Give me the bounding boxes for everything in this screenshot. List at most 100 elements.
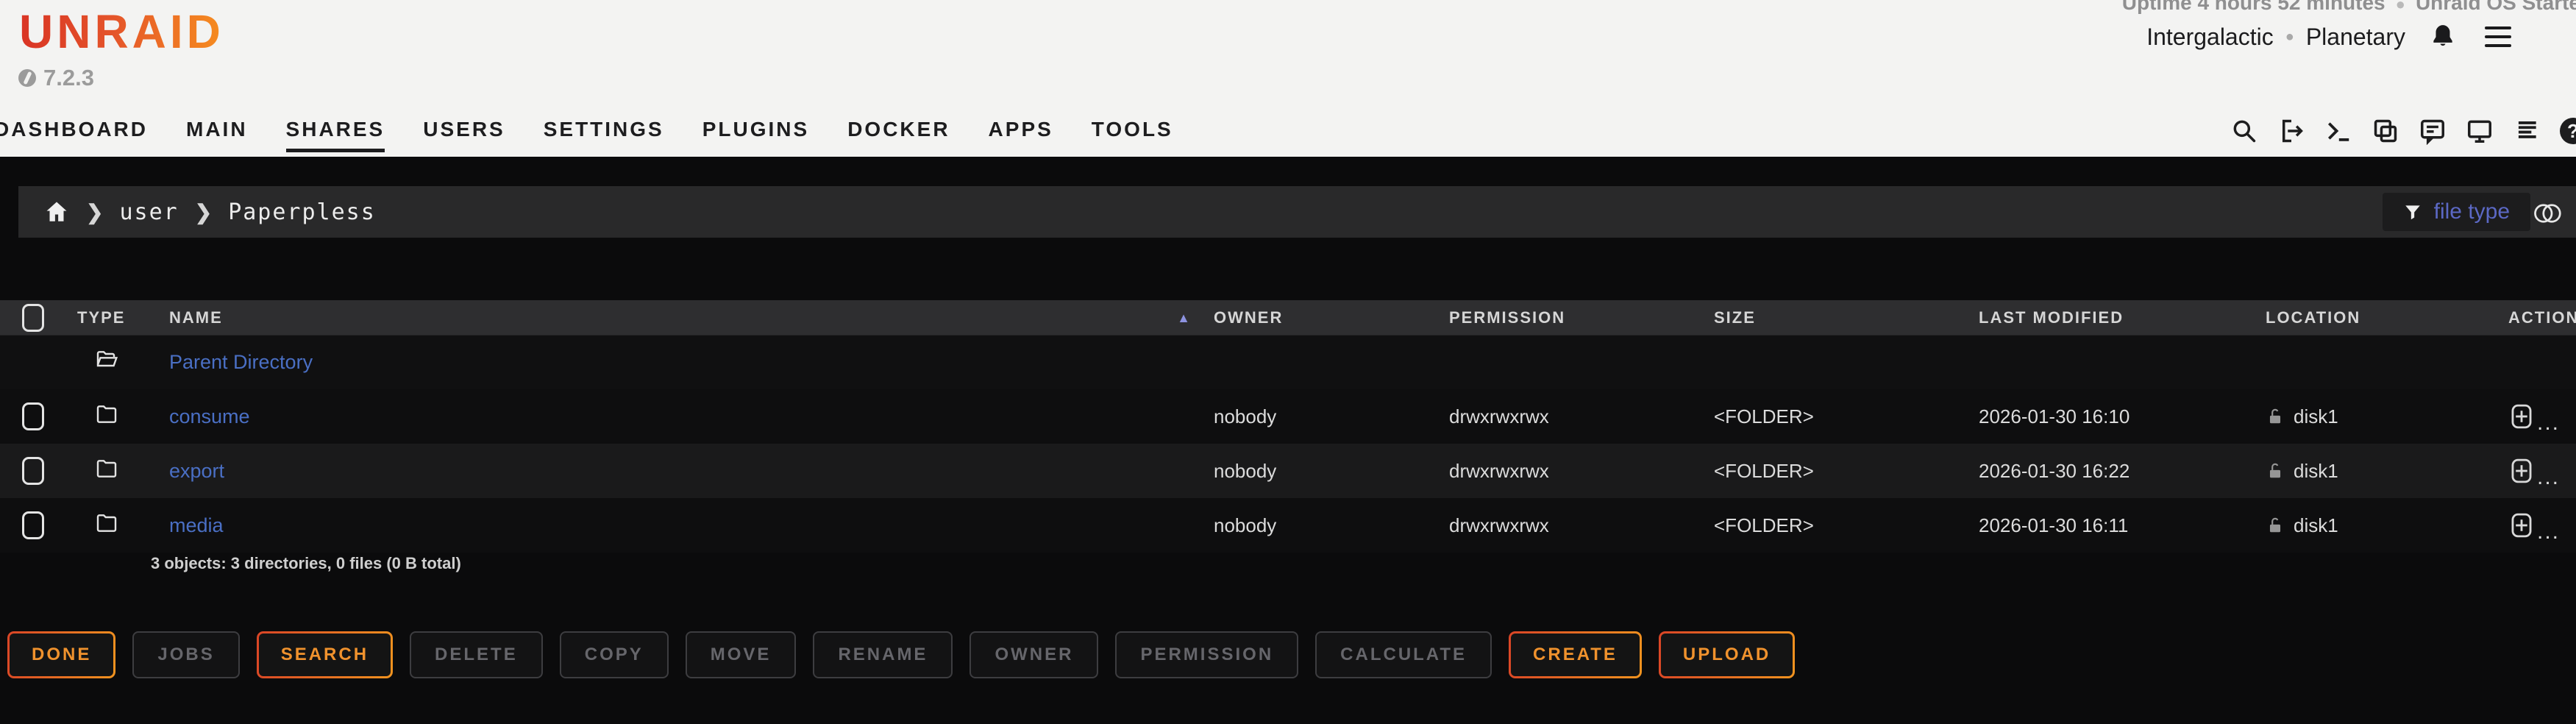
cell-location: disk1 — [2294, 514, 2338, 537]
file-list: Parent Directory consume nobody drwxrwxr… — [0, 335, 2576, 553]
copy-button[interactable]: COPY — [560, 631, 669, 678]
top-header: UNRAID 7.2.3 Uptime 4 hours 52 minutes●U… — [0, 0, 2576, 157]
nav-shares[interactable]: SHARES — [286, 118, 385, 152]
folder-link[interactable]: consume — [169, 405, 250, 427]
table-row-consume: consume nobody drwxrwxrwx <FOLDER> 2026-… — [0, 389, 2576, 444]
notifications-bell-icon[interactable] — [2429, 22, 2457, 52]
rename-button[interactable]: RENAME — [813, 631, 953, 678]
file-browser-panel: ❯ user ❯ Paperpless file type TYPE NAME … — [0, 157, 2576, 724]
object-count-summary: 3 objects: 3 directories, 0 files (0 B t… — [151, 554, 461, 573]
nav-docker[interactable]: DOCKER — [847, 118, 950, 152]
os-status-text: Unraid OS Starte — [2416, 0, 2576, 14]
feedback-chat-icon[interactable] — [2419, 117, 2447, 145]
nav-main[interactable]: MAIN — [186, 118, 248, 152]
row-checkbox[interactable] — [22, 511, 44, 539]
folder-link[interactable]: media — [169, 514, 224, 536]
display-monitor-icon[interactable] — [2466, 117, 2494, 145]
cell-owner: nobody — [1214, 405, 1449, 428]
col-action[interactable]: ACTION — [2508, 308, 2576, 327]
create-button[interactable]: CREATE — [1509, 631, 1642, 678]
col-location[interactable]: LOCATION — [2266, 308, 2508, 327]
nav-settings[interactable]: SETTINGS — [544, 118, 664, 152]
lock-open-icon — [2266, 514, 2285, 536]
more-actions-dots[interactable]: ... — [2537, 416, 2560, 430]
cell-permission: drwxrwxrwx — [1449, 460, 1714, 483]
cell-size: <FOLDER> — [1714, 405, 1979, 428]
col-last-modified[interactable]: LAST MODIFIED — [1979, 308, 2266, 327]
nav-users[interactable]: USERS — [423, 118, 505, 152]
cell-permission: drwxrwxrwx — [1449, 405, 1714, 428]
cell-location: disk1 — [2294, 405, 2338, 428]
copy-windows-icon[interactable] — [2372, 117, 2399, 145]
folder-open-icon — [93, 348, 120, 372]
col-size[interactable]: SIZE — [1714, 308, 1979, 327]
home-icon[interactable] — [43, 199, 70, 224]
delete-button[interactable]: DELETE — [410, 631, 543, 678]
search-button[interactable]: SEARCH — [257, 631, 393, 678]
more-actions-dots[interactable]: ... — [2537, 470, 2560, 485]
logout-icon[interactable] — [2277, 117, 2305, 145]
col-owner[interactable]: OWNER — [1214, 308, 1449, 327]
cell-permission: drwxrwxrwx — [1449, 514, 1714, 537]
main-nav: DASHBOARD MAIN SHARES USERS SETTINGS PLU… — [0, 118, 1173, 152]
row-checkbox[interactable] — [22, 402, 44, 430]
filter-funnel-icon — [2403, 202, 2422, 221]
version-status-icon — [18, 69, 36, 87]
upload-button[interactable]: UPLOAD — [1659, 631, 1795, 678]
sort-ascending-icon[interactable]: ▲ — [1177, 310, 1192, 326]
search-icon[interactable] — [2230, 117, 2258, 145]
owner-button[interactable]: OWNER — [969, 631, 1098, 678]
lock-open-icon — [2266, 405, 2285, 427]
breadcrumb-user[interactable]: user — [119, 199, 178, 225]
move-button[interactable]: MOVE — [686, 631, 797, 678]
help-icon[interactable]: ? — [2560, 118, 2576, 144]
utility-icon-row: ? — [2230, 117, 2576, 145]
done-button[interactable]: DONE — [7, 631, 115, 678]
terminal-icon[interactable] — [2324, 117, 2352, 145]
nav-plugins[interactable]: PLUGINS — [702, 118, 809, 152]
row-checkbox[interactable] — [22, 457, 44, 485]
cell-modified: 2026-01-30 16:10 — [1979, 405, 2266, 428]
nav-dashboard[interactable]: DASHBOARD — [0, 118, 148, 152]
add-action-icon[interactable] — [2509, 402, 2534, 430]
permission-button[interactable]: PERMISSION — [1115, 631, 1298, 678]
unraid-logo: UNRAID — [19, 4, 224, 59]
cell-size: <FOLDER> — [1714, 514, 1979, 537]
version-info: 7.2.3 — [18, 65, 94, 91]
view-toggle-icon[interactable] — [2532, 202, 2564, 224]
log-lines-icon[interactable] — [2513, 117, 2541, 145]
add-action-icon[interactable] — [2509, 511, 2534, 539]
cell-modified: 2026-01-30 16:11 — [1979, 514, 2266, 537]
folder-link[interactable]: export — [169, 460, 224, 482]
breadcrumb-share[interactable]: Paperpless — [228, 199, 376, 225]
table-header: TYPE NAME ▲ OWNER PERMISSION SIZE LAST M… — [0, 300, 2576, 336]
lock-open-icon — [2266, 460, 2285, 482]
row-action-menu[interactable]: ... — [2509, 457, 2560, 485]
server-tagline: Planetary — [2306, 24, 2405, 51]
cell-owner: nobody — [1214, 460, 1449, 483]
cell-size: <FOLDER> — [1714, 460, 1979, 483]
parent-directory-link[interactable]: Parent Directory — [169, 351, 313, 373]
nav-apps[interactable]: APPS — [989, 118, 1053, 152]
table-row-media: media nobody drwxrwxrwx <FOLDER> 2026-01… — [0, 498, 2576, 553]
filter-label: file type — [2434, 199, 2510, 224]
more-actions-dots[interactable]: ... — [2537, 525, 2560, 539]
cell-owner: nobody — [1214, 514, 1449, 537]
folder-icon — [93, 402, 120, 426]
col-permission[interactable]: PERMISSION — [1449, 308, 1714, 327]
col-name[interactable]: NAME — [169, 308, 223, 327]
action-button-row: DONE JOBS SEARCH DELETE COPY MOVE RENAME… — [7, 631, 1795, 678]
add-action-icon[interactable] — [2509, 457, 2534, 485]
breadcrumb-chevron-icon: ❯ — [86, 200, 103, 224]
server-name: Intergalactic — [2146, 24, 2274, 51]
nav-tools[interactable]: TOOLS — [1092, 118, 1173, 152]
menu-hamburger-icon[interactable] — [2485, 26, 2511, 47]
folder-icon — [93, 457, 120, 480]
jobs-button[interactable]: JOBS — [132, 631, 239, 678]
calculate-button[interactable]: CALCULATE — [1315, 631, 1492, 678]
file-type-filter[interactable]: file type — [2383, 193, 2530, 231]
select-all-checkbox[interactable] — [22, 304, 44, 332]
col-type[interactable]: TYPE — [77, 308, 151, 327]
row-action-menu[interactable]: ... — [2509, 402, 2560, 430]
row-action-menu[interactable]: ... — [2509, 511, 2560, 539]
